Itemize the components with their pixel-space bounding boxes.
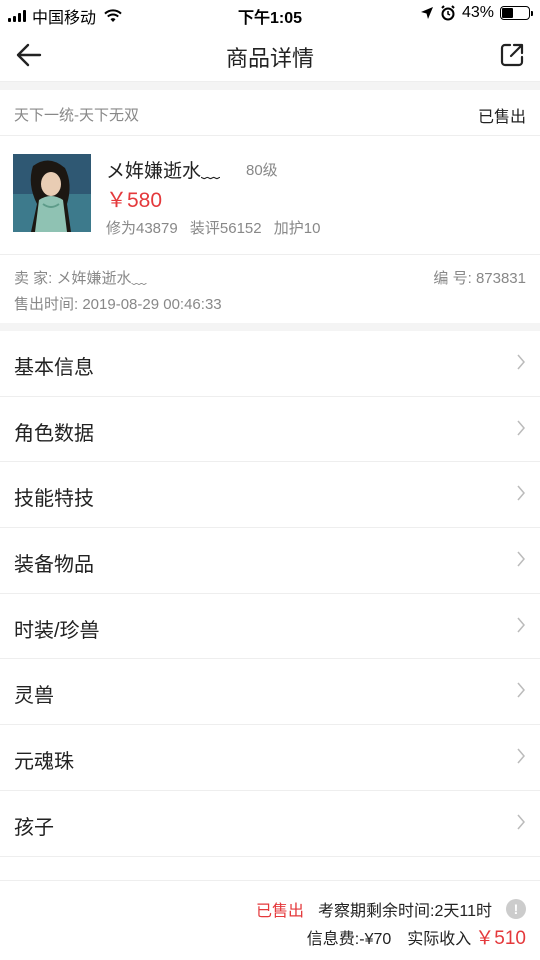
menu-item-spirit-beast[interactable]: 灵兽 [0,659,540,726]
alarm-icon [441,5,455,21]
menu-item-label: 孩子 [14,816,54,839]
item-code-row: 编 号: 873831 [433,267,526,288]
seller-row: 卖 家: メ姩嫌逝水﹏ [14,267,147,288]
nav-bar: 商品详情 [0,28,540,82]
character-level: 80级 [246,162,278,179]
chevron-right-icon [517,420,525,436]
seller-name: メ姩嫌逝水﹏ [56,270,147,287]
server-name: 天下一统-天下无双 [14,107,139,124]
code-label: 编 号: [433,270,476,287]
bottom-income-row: 信息费:-¥70 实际收入 ￥510 [307,923,526,950]
bottom-bar: 已售出 考察期剩余时间: 2天11时 ! 信息费:-¥70 实际收入 ￥510 [0,880,540,960]
menu-item-children[interactable]: 孩子 [0,791,540,857]
character-avatar [13,154,91,232]
menu-item-soul-orb[interactable]: 元魂珠 [0,725,540,791]
menu-item-label: 元魂珠 [14,751,74,774]
character-stats: 修为43879 装评56152 加护10 [106,217,328,238]
menu-item-label: 角色数据 [14,422,94,445]
chevron-right-icon [517,748,525,764]
chevron-right-icon [517,551,525,567]
income-value: ￥510 [475,928,526,949]
sale-status: 已售出 [256,903,305,920]
sold-time-row: 售出时间: 2019-08-29 00:46:33 [14,293,222,314]
review-period-value: 2天11时 [434,903,492,920]
menu-item-label: 技能特技 [14,488,94,511]
chevron-right-icon [517,354,525,370]
section-divider [0,323,540,331]
card-header: 天下一统-天下无双 已售出 [0,90,540,136]
seller-info: 卖 家: メ姩嫌逝水﹏ 编 号: 873831 售出时间: 2019-08-29… [0,254,540,324]
seller-label: 卖 家: [14,270,57,287]
menu-item-label: 基本信息 [14,357,94,379]
chevron-right-icon [517,485,525,501]
chevron-right-icon [517,617,525,633]
battery-icon [500,6,533,20]
section-divider [0,82,540,90]
product-summary: メ姩嫌逝水﹏ 80级 ￥580 修为43879 装评56152 加护10 [0,136,540,254]
status-badge: 已售出 [477,109,526,126]
info-fee: 信息费:-¥70 [306,931,392,948]
income-label: 实际收入 [407,931,472,948]
menu-item-equipment[interactable]: 装备物品 [0,528,540,594]
share-icon[interactable] [498,41,526,69]
menu-item-label: 装备物品 [14,554,94,577]
chevron-right-icon [517,682,525,698]
review-period-label: 考察期剩余时间: [318,903,435,920]
stat-gear-score: 装评56152 [189,220,262,237]
battery-percent: 43% [461,4,494,21]
menu-item-character-data[interactable]: 角色数据 [0,397,540,463]
status-right: 43% [420,4,533,22]
battery-fill [502,8,514,18]
status-bar: 中国移动 下午1:05 43% [0,0,540,28]
location-icon [420,7,433,19]
item-code: 873831 [475,270,526,287]
sold-time: 2019-08-29 00:46:33 [82,296,222,313]
stat-protection: 加护10 [273,220,321,237]
menu-item-basic-info[interactable]: 基本信息 [0,331,540,397]
price: ￥580 [106,189,163,212]
sold-time-label: 售出时间: [14,296,83,313]
page-title: 商品详情 [225,46,314,71]
character-name: メ姩嫌逝水﹏ [106,161,221,182]
chevron-right-icon [517,814,525,830]
info-icon[interactable]: ! [506,899,526,919]
stat-cultivation: 修为43879 [106,220,178,237]
menu-item-skills[interactable]: 技能特技 [0,462,540,529]
detail-menu: 基本信息 角色数据 技能特技 装备物品 时装/珍兽 灵兽 元魂珠 孩子 [0,331,540,857]
menu-item-label: 时装/珍兽 [14,619,100,642]
menu-item-label: 灵兽 [14,685,54,708]
menu-item-fashion-pets[interactable]: 时装/珍兽 [0,594,540,660]
bottom-status-row: 已售出 考察期剩余时间: 2天11时 ! [256,897,526,921]
